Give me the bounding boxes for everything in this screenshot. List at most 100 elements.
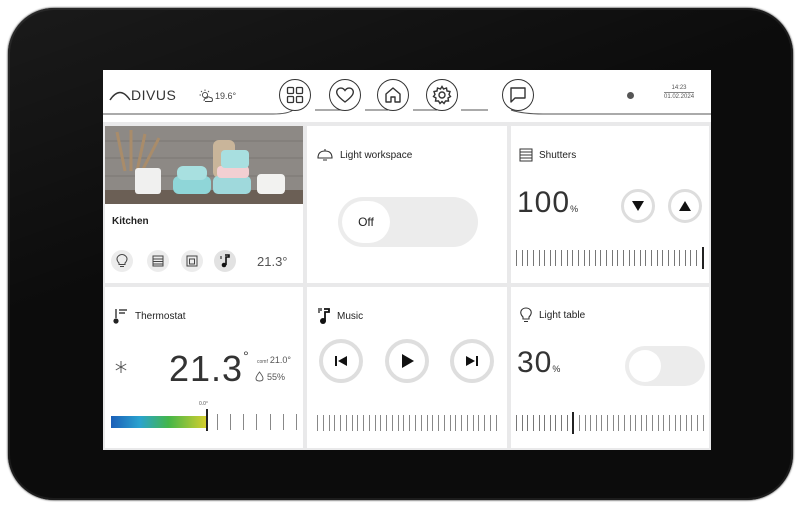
skip-next-icon bbox=[466, 356, 478, 366]
thermometer-icon bbox=[113, 309, 127, 324]
shutter-down-button[interactable] bbox=[621, 189, 655, 223]
slider-tick bbox=[391, 415, 393, 431]
slider-tick bbox=[443, 415, 445, 431]
slider-tick bbox=[652, 415, 653, 431]
nav-settings-button[interactable] bbox=[426, 79, 458, 111]
slider-tick bbox=[549, 415, 551, 431]
slider-tick bbox=[634, 250, 636, 266]
kitchen-blind-button[interactable] bbox=[181, 250, 203, 272]
slider-tick bbox=[590, 415, 592, 431]
light-table-dimmer-slider[interactable] bbox=[516, 412, 704, 434]
light-table-percentage: 30 bbox=[517, 346, 553, 379]
play-button[interactable] bbox=[385, 339, 429, 383]
clock-date: 01.02.2024 bbox=[664, 94, 695, 100]
toggle-knob bbox=[629, 350, 661, 382]
slider-tick bbox=[466, 415, 468, 431]
previous-track-button[interactable] bbox=[319, 339, 363, 383]
slider-tick bbox=[432, 415, 434, 431]
slider-tick bbox=[635, 415, 637, 431]
shutters-title: Shutters bbox=[539, 149, 577, 161]
music-volume-slider[interactable] bbox=[317, 413, 497, 433]
home-icon bbox=[385, 87, 401, 103]
light-workspace-tile: Light workspace Off bbox=[307, 126, 507, 283]
slider-tick bbox=[611, 250, 613, 266]
comfort-setpoint: comf 21.0° bbox=[257, 355, 291, 365]
shutters-slider[interactable] bbox=[516, 247, 704, 269]
weather-widget[interactable]: 19.6° bbox=[199, 89, 236, 103]
slider-tick bbox=[673, 250, 675, 266]
slider-tick bbox=[403, 415, 405, 431]
degree-symbol: ° bbox=[243, 348, 250, 364]
slider-tick bbox=[461, 415, 463, 431]
slider-tick bbox=[230, 414, 232, 430]
light-workspace-toggle[interactable]: Off bbox=[338, 197, 478, 247]
slider-tick bbox=[532, 250, 534, 266]
slider-tick bbox=[601, 415, 603, 431]
bulb-icon bbox=[116, 254, 128, 267]
slider-tick bbox=[561, 415, 562, 431]
triangle-up-icon bbox=[679, 201, 691, 211]
slider-tick bbox=[489, 415, 491, 431]
thermostat-marker[interactable] bbox=[206, 409, 208, 431]
slider-tick bbox=[566, 415, 568, 431]
light-table-title: Light table bbox=[539, 309, 586, 321]
thermostat-value: 21.3° bbox=[169, 348, 250, 390]
slider-tick bbox=[397, 415, 399, 431]
slider-tick bbox=[334, 415, 336, 431]
toggle-state-label: Off bbox=[342, 201, 390, 243]
slider-tick bbox=[532, 415, 534, 431]
thermostat-color-scale[interactable] bbox=[111, 416, 207, 428]
water-drop-icon bbox=[255, 371, 264, 382]
slider-tick bbox=[555, 415, 557, 431]
slider-tick bbox=[521, 250, 523, 266]
slider-tick bbox=[544, 250, 546, 266]
gear-icon bbox=[432, 85, 452, 105]
slider-tick bbox=[657, 415, 659, 431]
shutters-percentage: 100 bbox=[517, 186, 571, 219]
slider-tick bbox=[667, 250, 669, 266]
slider-tick bbox=[363, 415, 365, 431]
logo-arc-icon bbox=[109, 91, 131, 101]
nav-rooms-button[interactable] bbox=[279, 79, 311, 111]
light-workspace-title: Light workspace bbox=[340, 149, 413, 161]
comf-value: 21.0° bbox=[269, 355, 291, 365]
outside-temperature: 19.6° bbox=[215, 91, 237, 101]
slider-tick bbox=[702, 415, 704, 431]
slider-tick bbox=[409, 415, 411, 431]
slider-tick bbox=[217, 414, 218, 430]
slider-tick bbox=[561, 250, 562, 266]
slider-tick bbox=[668, 415, 670, 431]
nav-home-button[interactable] bbox=[377, 79, 409, 111]
slider-tick bbox=[449, 415, 451, 431]
kitchen-photo bbox=[105, 126, 303, 204]
slider-tick bbox=[538, 250, 540, 266]
shutters-unit: % bbox=[570, 204, 579, 214]
shutter-up-button[interactable] bbox=[668, 189, 702, 223]
thermostat-scale-ticks bbox=[217, 412, 297, 432]
slider-tick bbox=[495, 415, 497, 431]
nav-messages-button[interactable] bbox=[502, 79, 534, 111]
slider-tick bbox=[527, 250, 529, 266]
kitchen-tile[interactable]: Kitchen 21.3° bbox=[105, 126, 303, 283]
slider-tick bbox=[328, 415, 330, 431]
slider-tick bbox=[595, 415, 597, 431]
slider-tick bbox=[679, 250, 681, 266]
slider-tick bbox=[618, 415, 620, 431]
slider-tick bbox=[420, 415, 422, 431]
light-table-value: 30% bbox=[517, 346, 560, 380]
light-table-toggle[interactable] bbox=[625, 346, 705, 386]
next-track-button[interactable] bbox=[450, 339, 494, 383]
ceiling-lamp-icon bbox=[317, 149, 333, 161]
kitchen-music-button[interactable] bbox=[214, 250, 236, 272]
slider-tick bbox=[269, 414, 271, 430]
kitchen-light-button[interactable] bbox=[111, 250, 133, 272]
slider-tick bbox=[674, 415, 676, 431]
music-title: Music bbox=[337, 310, 364, 322]
grid-icon bbox=[286, 86, 304, 104]
thermostat-temperature: 21.3 bbox=[169, 348, 244, 389]
play-icon bbox=[402, 354, 414, 368]
comf-label: comf bbox=[257, 359, 268, 365]
kitchen-shutter-button[interactable] bbox=[147, 250, 169, 272]
slider-tick bbox=[600, 250, 602, 266]
nav-favorites-button[interactable] bbox=[329, 79, 361, 111]
